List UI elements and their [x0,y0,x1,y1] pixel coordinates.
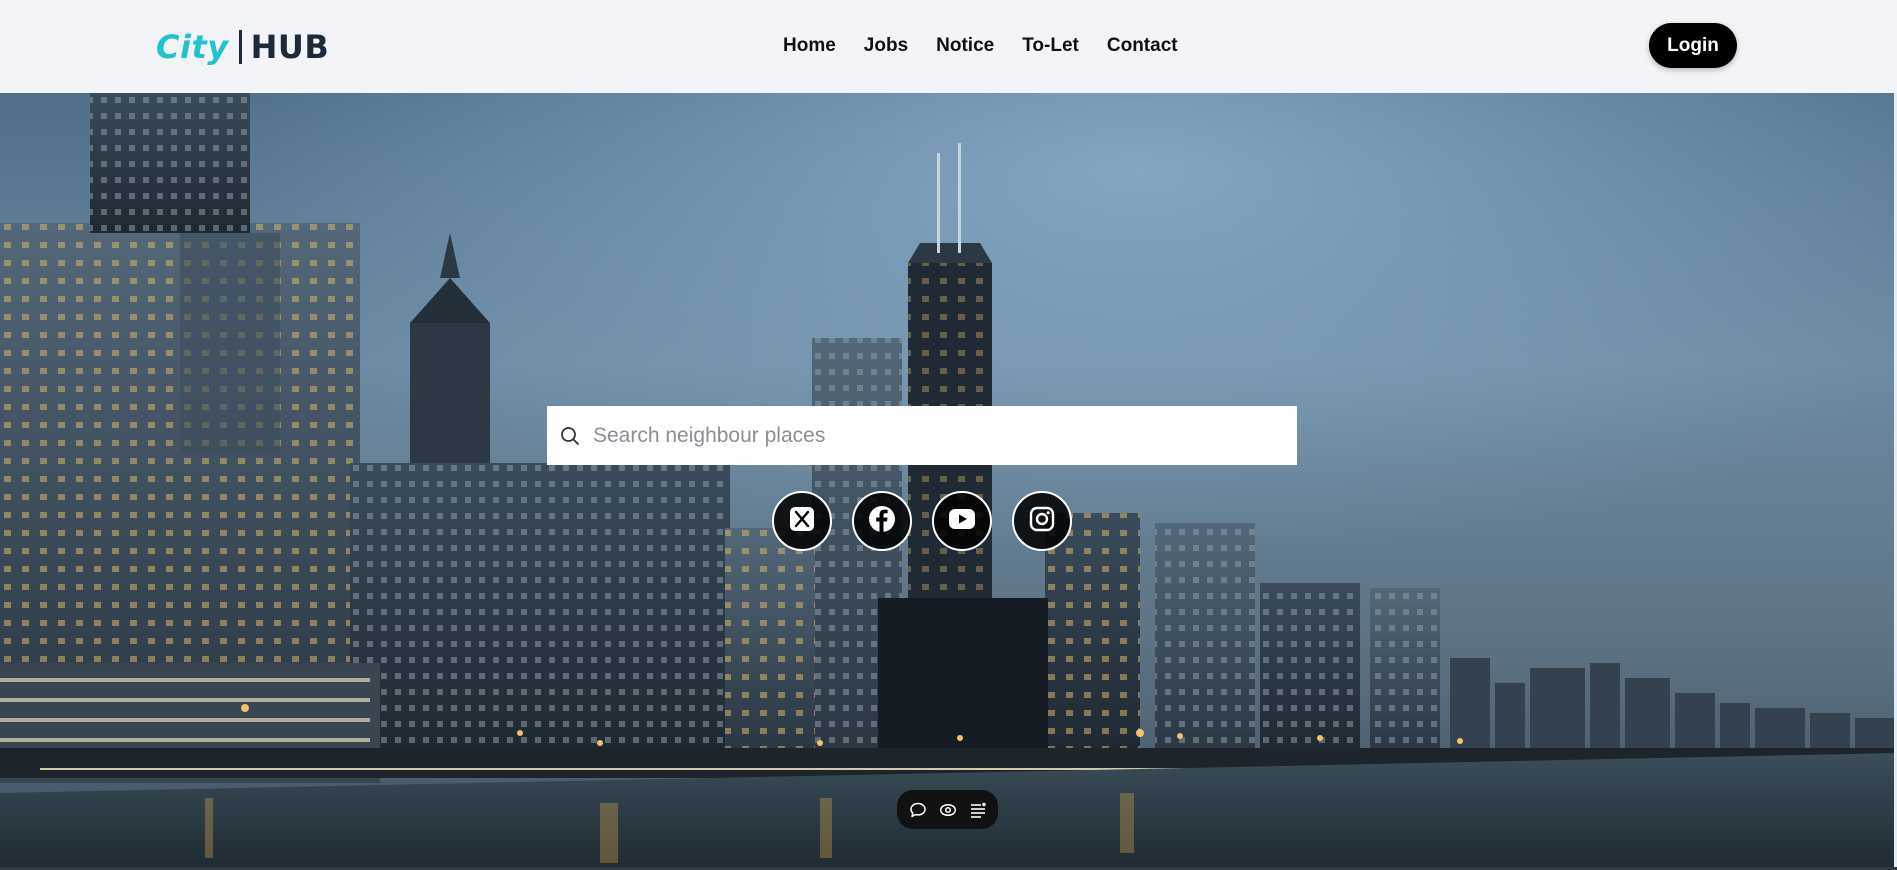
search-input[interactable] [591,415,1271,456]
facebook-button[interactable] [852,491,912,551]
logo-hub-text: HUB [250,28,330,66]
facebook-icon [868,505,896,538]
hero-section [0,93,1897,867]
chat-bubble-icon[interactable] [909,801,927,819]
nav-contact[interactable]: Contact [1107,35,1178,57]
main-nav: Home Jobs Notice To-Let Contact [783,32,1178,60]
site-header: City HUB Home Jobs Notice To-Let Contact… [0,0,1897,93]
city-skyline-background [0,93,1897,867]
logo-city-text: City [156,28,229,66]
nav-to-let[interactable]: To-Let [1022,35,1079,57]
eye-icon[interactable] [939,801,957,819]
nav-jobs[interactable]: Jobs [864,35,908,57]
site-logo[interactable]: City HUB [156,24,329,70]
x-twitter-button[interactable] [772,491,832,551]
nav-home[interactable]: Home [783,35,836,57]
logo-divider [238,30,242,64]
login-button[interactable]: Login [1649,23,1737,68]
youtube-button[interactable] [932,491,992,551]
instagram-icon [1029,506,1055,537]
floating-toolbar [897,790,998,829]
list-icon[interactable] [969,801,987,819]
social-links [772,491,1072,551]
nav-notice[interactable]: Notice [936,35,994,57]
youtube-icon [948,508,976,535]
instagram-button[interactable] [1012,491,1072,551]
search-bar[interactable] [547,406,1297,465]
search-icon [559,425,581,447]
x-twitter-icon [789,506,815,537]
